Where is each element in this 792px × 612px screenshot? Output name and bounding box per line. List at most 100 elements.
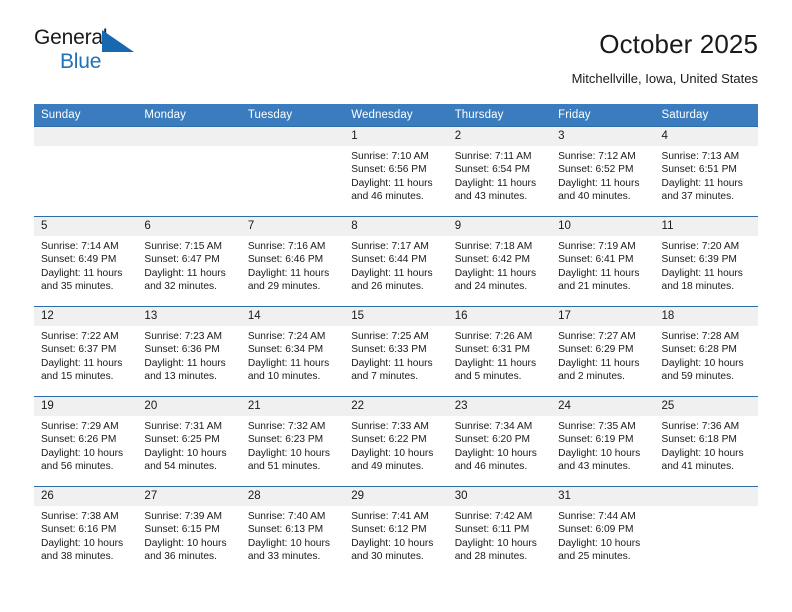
day-number: 8 bbox=[344, 217, 448, 236]
calendar-day-cell[interactable]: 9 Sunrise: 7:18 AM Sunset: 6:42 PM Daylight… bbox=[447, 216, 552, 307]
day-number: 26 bbox=[34, 487, 138, 506]
day-number bbox=[654, 487, 758, 506]
sunrise-text: Sunrise: 7:20 AM bbox=[661, 241, 740, 252]
sunrise-text: Sunrise: 7:16 AM bbox=[247, 241, 326, 252]
calendar-day-cell[interactable]: 19 Sunrise: 7:29 AM Sunset: 6:26 PM Dayligh… bbox=[34, 396, 138, 487]
day-number: 19 bbox=[34, 397, 138, 416]
calendar-day-cell[interactable]: 28 Sunrise: 7:40 AM Sunset: 6:13 PM Dayligh… bbox=[240, 486, 345, 577]
calendar-day-cell[interactable]: 23 Sunrise: 7:34 AM Sunset: 6:20 PM Dayligh… bbox=[447, 396, 552, 487]
day-number: 5 bbox=[34, 217, 138, 236]
day-number: 17 bbox=[551, 307, 655, 326]
daylight-text: Daylight: 11 hours and 40 minutes. bbox=[558, 177, 640, 203]
sunset-text: Sunset: 6:37 PM bbox=[41, 344, 117, 356]
calendar-day-cell[interactable]: 4 Sunrise: 7:13 AM Sunset: 6:51 PM Daylight… bbox=[654, 126, 758, 217]
day-sun-info: Sunrise: 7:38 AM Sunset: 6:16 PM Daylight:… bbox=[34, 506, 137, 564]
day-sun-info: Sunrise: 7:17 AM Sunset: 6:44 PM Daylight:… bbox=[344, 236, 447, 294]
day-sun-info: Sunrise: 7:10 AM Sunset: 6:56 PM Daylight:… bbox=[344, 146, 447, 204]
calendar-day-cell[interactable]: 17 Sunrise: 7:27 AM Sunset: 6:29 PM Dayligh… bbox=[551, 306, 655, 397]
daylight-text: Daylight: 10 hours and 30 minutes. bbox=[351, 537, 434, 563]
day-number: 24 bbox=[551, 397, 655, 416]
weekday-header-thursday: Thursday bbox=[447, 104, 552, 127]
calendar-day-cell-empty bbox=[240, 126, 345, 217]
daylight-text: Daylight: 10 hours and 49 minutes. bbox=[351, 447, 434, 473]
daylight-text: Daylight: 11 hours and 5 minutes. bbox=[454, 357, 537, 383]
daylight-text: Daylight: 11 hours and 15 minutes. bbox=[41, 357, 123, 383]
calendar-day-cell-empty bbox=[137, 126, 241, 217]
day-number: 6 bbox=[137, 217, 241, 236]
calendar-day-cell[interactable]: 29 Sunrise: 7:41 AM Sunset: 6:12 PM Dayligh… bbox=[344, 486, 448, 577]
sunrise-text: Sunrise: 7:14 AM bbox=[41, 241, 119, 252]
sunrise-text: Sunrise: 7:28 AM bbox=[661, 331, 740, 342]
calendar-day-cell[interactable]: 8 Sunrise: 7:17 AM Sunset: 6:44 PM Daylight… bbox=[344, 216, 448, 307]
day-number: 31 bbox=[551, 487, 655, 506]
day-number: 16 bbox=[447, 307, 552, 326]
day-sun-info: Sunrise: 7:22 AM Sunset: 6:37 PM Daylight:… bbox=[34, 326, 137, 384]
calendar-day-cell-empty bbox=[34, 126, 138, 217]
sunset-text: Sunset: 6:18 PM bbox=[661, 434, 737, 446]
calendar-day-cell[interactable]: 5 Sunrise: 7:14 AM Sunset: 6:49 PM Daylight… bbox=[34, 216, 138, 307]
calendar-day-cell[interactable]: 25 Sunrise: 7:36 AM Sunset: 6:18 PM Dayligh… bbox=[654, 396, 758, 487]
calendar-day-cell[interactable]: 24 Sunrise: 7:35 AM Sunset: 6:19 PM Dayligh… bbox=[551, 396, 655, 487]
calendar-day-cell[interactable]: 20 Sunrise: 7:31 AM Sunset: 6:25 PM Dayligh… bbox=[137, 396, 241, 487]
day-sun-info: Sunrise: 7:40 AM Sunset: 6:13 PM Daylight:… bbox=[241, 506, 344, 564]
calendar-day-cell[interactable]: 14 Sunrise: 7:24 AM Sunset: 6:34 PM Dayligh… bbox=[240, 306, 345, 397]
sunset-text: Sunset: 6:42 PM bbox=[454, 254, 531, 266]
day-number: 13 bbox=[137, 307, 241, 326]
sunset-text: Sunset: 6:25 PM bbox=[144, 434, 220, 446]
calendar-day-cell[interactable]: 16 Sunrise: 7:26 AM Sunset: 6:31 PM Dayligh… bbox=[447, 306, 552, 397]
sunset-text: Sunset: 6:28 PM bbox=[661, 344, 737, 356]
day-sun-info: Sunrise: 7:19 AM Sunset: 6:41 PM Daylight:… bbox=[551, 236, 654, 294]
calendar-day-cell[interactable]: 11 Sunrise: 7:20 AM Sunset: 6:39 PM Dayligh… bbox=[654, 216, 758, 307]
calendar-day-cell[interactable]: 1 Sunrise: 7:10 AM Sunset: 6:56 PM Daylight… bbox=[344, 126, 448, 217]
daylight-text: Daylight: 11 hours and 32 minutes. bbox=[144, 267, 226, 293]
sunset-text: Sunset: 6:49 PM bbox=[41, 254, 117, 266]
calendar-week-row: 12 Sunrise: 7:22 AM Sunset: 6:37 PM Dayligh… bbox=[34, 306, 758, 397]
daylight-text: Daylight: 11 hours and 46 minutes. bbox=[351, 177, 433, 203]
daylight-text: Daylight: 11 hours and 24 minutes. bbox=[454, 267, 537, 293]
logo-triangle-icon bbox=[102, 30, 134, 52]
calendar-day-cell[interactable]: 18 Sunrise: 7:28 AM Sunset: 6:28 PM Dayligh… bbox=[654, 306, 758, 397]
calendar-day-cell[interactable]: 10 Sunrise: 7:19 AM Sunset: 6:41 PM Dayligh… bbox=[551, 216, 655, 307]
sunrise-text: Sunrise: 7:44 AM bbox=[558, 511, 636, 522]
sunset-text: Sunset: 6:41 PM bbox=[558, 254, 634, 266]
calendar-day-cell[interactable]: 30 Sunrise: 7:42 AM Sunset: 6:11 PM Dayligh… bbox=[447, 486, 552, 577]
day-number: 10 bbox=[551, 217, 655, 236]
calendar-day-cell[interactable]: 26 Sunrise: 7:38 AM Sunset: 6:16 PM Dayligh… bbox=[34, 486, 138, 577]
sunrise-text: Sunrise: 7:10 AM bbox=[351, 151, 429, 162]
calendar-day-cell[interactable]: 13 Sunrise: 7:23 AM Sunset: 6:36 PM Dayligh… bbox=[137, 306, 241, 397]
calendar-day-cell[interactable]: 6 Sunrise: 7:15 AM Sunset: 6:47 PM Daylight… bbox=[137, 216, 241, 307]
page-header: General Blue October 2025 Mitchellville,… bbox=[34, 0, 758, 104]
day-sun-info: Sunrise: 7:34 AM Sunset: 6:20 PM Daylight:… bbox=[448, 416, 551, 474]
sunset-text: Sunset: 6:19 PM bbox=[558, 434, 634, 446]
sunrise-text: Sunrise: 7:38 AM bbox=[41, 511, 119, 522]
day-number: 15 bbox=[344, 307, 448, 326]
daylight-text: Daylight: 10 hours and 36 minutes. bbox=[144, 537, 227, 563]
daylight-text: Daylight: 10 hours and 56 minutes. bbox=[41, 447, 124, 473]
day-sun-info: Sunrise: 7:20 AM Sunset: 6:39 PM Daylight:… bbox=[655, 236, 758, 294]
day-number bbox=[137, 127, 241, 146]
calendar-page: General Blue October 2025 Mitchellville,… bbox=[0, 0, 792, 612]
day-number: 3 bbox=[551, 127, 655, 146]
calendar-day-cell[interactable]: 31 Sunrise: 7:44 AM Sunset: 6:09 PM Dayligh… bbox=[551, 486, 655, 577]
calendar-day-cell[interactable]: 2 Sunrise: 7:11 AM Sunset: 6:54 PM Daylight… bbox=[447, 126, 552, 217]
day-number: 22 bbox=[344, 397, 448, 416]
sunset-text: Sunset: 6:31 PM bbox=[454, 344, 531, 356]
calendar-day-cell[interactable]: 15 Sunrise: 7:25 AM Sunset: 6:33 PM Dayligh… bbox=[344, 306, 448, 397]
day-sun-info: Sunrise: 7:24 AM Sunset: 6:34 PM Daylight:… bbox=[241, 326, 344, 384]
day-sun-info: Sunrise: 7:18 AM Sunset: 6:42 PM Daylight:… bbox=[448, 236, 551, 294]
sunrise-text: Sunrise: 7:27 AM bbox=[558, 331, 636, 342]
day-number: 12 bbox=[34, 307, 138, 326]
sunset-text: Sunset: 6:36 PM bbox=[144, 344, 220, 356]
calendar-day-cell[interactable]: 27 Sunrise: 7:39 AM Sunset: 6:15 PM Dayligh… bbox=[137, 486, 241, 577]
sunrise-text: Sunrise: 7:17 AM bbox=[351, 241, 429, 252]
calendar-day-cell[interactable]: 3 Sunrise: 7:12 AM Sunset: 6:52 PM Daylight… bbox=[551, 126, 655, 217]
calendar-day-cell[interactable]: 12 Sunrise: 7:22 AM Sunset: 6:37 PM Dayligh… bbox=[34, 306, 138, 397]
calendar-day-cell[interactable]: 22 Sunrise: 7:33 AM Sunset: 6:22 PM Dayligh… bbox=[344, 396, 448, 487]
sunset-text: Sunset: 6:33 PM bbox=[351, 344, 427, 356]
day-sun-info: Sunrise: 7:36 AM Sunset: 6:18 PM Daylight:… bbox=[655, 416, 758, 474]
day-sun-info: Sunrise: 7:42 AM Sunset: 6:11 PM Daylight:… bbox=[448, 506, 551, 564]
day-sun-info: Sunrise: 7:41 AM Sunset: 6:12 PM Daylight:… bbox=[344, 506, 447, 564]
calendar-day-cell[interactable]: 21 Sunrise: 7:32 AM Sunset: 6:23 PM Dayligh… bbox=[240, 396, 345, 487]
calendar-day-cell[interactable]: 7 Sunrise: 7:16 AM Sunset: 6:46 PM Daylight… bbox=[240, 216, 345, 307]
day-number: 1 bbox=[344, 127, 448, 146]
